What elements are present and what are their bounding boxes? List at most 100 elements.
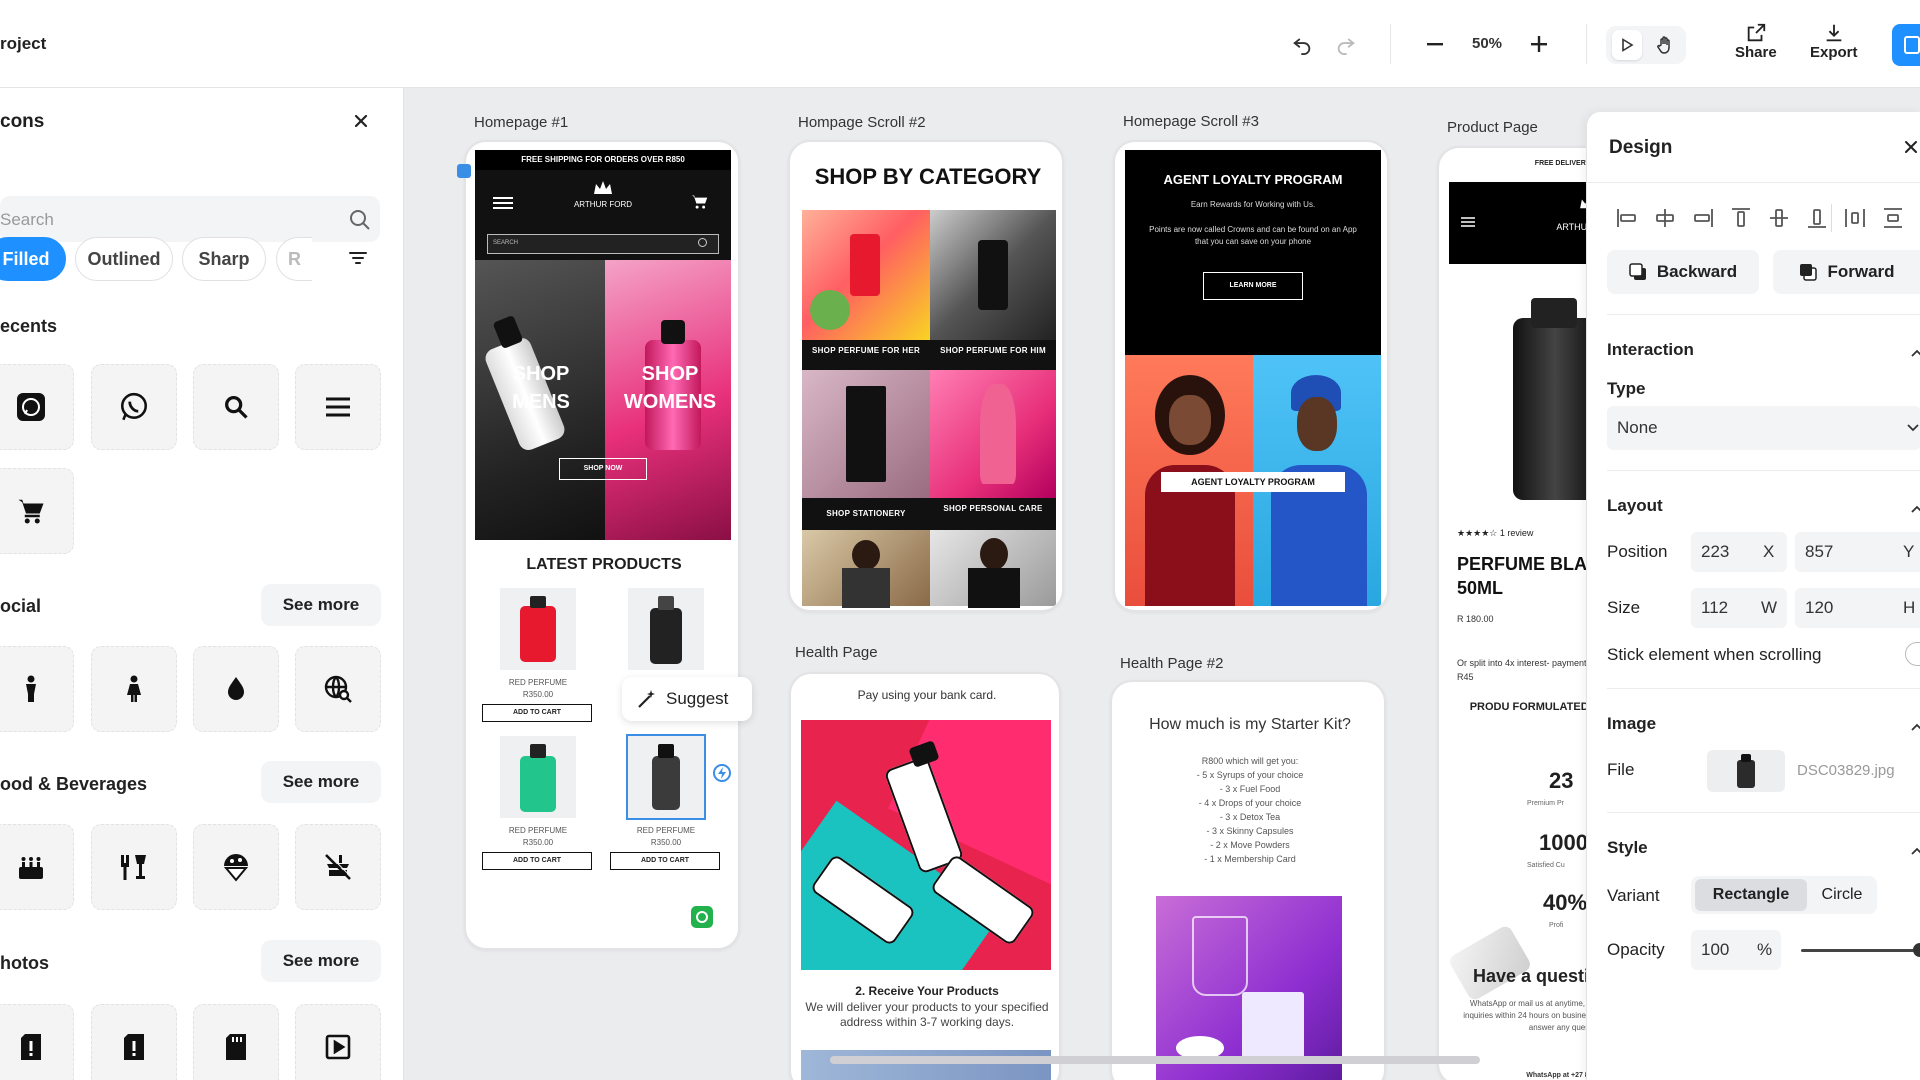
search-icon[interactable] <box>193 364 279 450</box>
shipping-banner: FREE SHIPPING FOR ORDERS OVER R850 <box>475 150 731 170</box>
frame-homepage-scroll-3[interactable]: AGENT LOYALTY PROGRAM Earn Rewards for W… <box>1113 140 1389 612</box>
selection-handle[interactable] <box>457 164 471 178</box>
redo-icon[interactable] <box>1334 32 1358 56</box>
see-more-food-button[interactable]: See more <box>261 761 381 803</box>
category-her-label: SHOP PERFUME FOR HER <box>811 346 921 355</box>
add-to-cart-button: ADD TO CART <box>482 852 592 870</box>
see-more-photos-button[interactable]: See more <box>261 940 381 982</box>
video-frame-icon[interactable] <box>295 1004 381 1080</box>
category-image-personal-care <box>930 370 1056 498</box>
distribute-vertical-icon[interactable] <box>1881 206 1905 235</box>
position-x-input[interactable]: 223 X <box>1691 532 1787 572</box>
sd-card-icon[interactable] <box>193 1004 279 1080</box>
search-icon[interactable] <box>349 209 371 236</box>
formulated-heading: PRODU FORMULATED BY <box>1469 701 1607 713</box>
product-bottle-image <box>1513 318 1597 500</box>
bring-forward-button[interactable]: Forward <box>1773 250 1920 294</box>
filter-rounded[interactable]: R <box>276 237 312 281</box>
size-height-input[interactable]: 120 H <box>1795 588 1920 628</box>
frame-label-homepage-scroll-2[interactable]: Hompage Scroll #2 <box>798 114 926 131</box>
chevron-up-icon[interactable] <box>1911 842 1920 860</box>
lightning-icon[interactable] <box>713 764 731 782</box>
whatsapp-square-icon[interactable] <box>0 364 74 450</box>
download-icon <box>1826 24 1842 42</box>
filter-sharp[interactable]: Sharp <box>182 237 266 281</box>
menu-icon[interactable] <box>295 364 381 450</box>
kit-line: - 5 x Syrups of your choice <box>1196 770 1304 780</box>
no-food-icon[interactable] <box>295 824 381 910</box>
align-bottom-icon[interactable] <box>1805 206 1829 235</box>
see-more-social-button[interactable]: See more <box>261 584 381 626</box>
variant-circle-option[interactable]: Circle <box>1809 879 1875 911</box>
opacity-slider-thumb[interactable] <box>1913 943 1920 957</box>
close-icon[interactable] <box>352 112 376 136</box>
zoom-level[interactable]: 50% <box>1472 35 1502 52</box>
frame-label-health-page[interactable]: Health Page <box>795 644 878 661</box>
x-axis-label: X <box>1763 542 1775 561</box>
align-right-icon[interactable] <box>1691 206 1715 235</box>
filter-options-icon[interactable] <box>348 250 368 271</box>
chevron-up-icon[interactable] <box>1911 500 1920 518</box>
woman-icon[interactable] <box>91 646 177 732</box>
zoom-out-button[interactable] <box>1423 32 1447 56</box>
send-backward-button[interactable]: Backward <box>1607 250 1759 294</box>
cake-icon[interactable] <box>0 824 74 910</box>
frame-label-homepage-scroll-3[interactable]: Homepage Scroll #3 <box>1123 113 1259 130</box>
receive-heading: 2. Receive Your Products <box>855 984 999 998</box>
position-y-value: 857 <box>1805 542 1834 561</box>
pizza-icon[interactable] <box>193 824 279 910</box>
frame-health-page[interactable]: Pay using your bank card. 2. Receive You… <box>789 672 1061 1080</box>
product-image-2 <box>628 588 704 670</box>
category-image-her <box>802 210 930 340</box>
position-y-input[interactable]: 857 Y <box>1795 532 1920 572</box>
close-icon[interactable] <box>1903 139 1919 160</box>
canvas-scrollbar[interactable] <box>830 1056 1480 1064</box>
align-top-icon[interactable] <box>1729 206 1753 235</box>
sd-card-alert-icon[interactable] <box>0 1004 74 1080</box>
web-search-icon[interactable] <box>295 646 381 732</box>
opacity-unit: % <box>1757 940 1773 959</box>
interaction-type-select[interactable]: None <box>1607 406 1920 450</box>
loyalty-description: Points are now called Crowns and can be … <box>1149 225 1357 246</box>
frame-health-page-2[interactable]: How much is my Starter Kit? R800 which w… <box>1110 680 1386 1080</box>
starter-kit-question: How much is my Starter Kit? <box>1149 716 1351 733</box>
style-heading: Style <box>1607 838 1648 857</box>
frame-label-homepage-1[interactable]: Homepage #1 <box>474 114 568 131</box>
align-center-h-icon[interactable] <box>1653 206 1677 235</box>
export-label: Export <box>1810 44 1858 61</box>
frame-homepage-scroll-2[interactable]: SHOP BY CATEGORY SHOP PERFUME FOR HER SH… <box>788 140 1064 612</box>
chevron-up-icon[interactable] <box>1911 344 1920 362</box>
filter-outlined[interactable]: Outlined <box>75 237 173 281</box>
hand-icon[interactable] <box>1650 30 1680 60</box>
product-name: RED PERFUME <box>636 826 696 835</box>
frame-label-health-page-2[interactable]: Health Page #2 <box>1120 655 1223 672</box>
drop-icon[interactable] <box>193 646 279 732</box>
filter-filled[interactable]: Filled <box>0 237 66 281</box>
chevron-up-icon[interactable] <box>1911 718 1920 736</box>
distribute-horizontal-icon[interactable] <box>1843 206 1867 235</box>
zoom-in-button[interactable] <box>1527 32 1551 56</box>
align-left-icon[interactable] <box>1615 206 1639 235</box>
suggest-button[interactable]: Suggest <box>622 677 752 721</box>
undo-icon[interactable] <box>1290 32 1314 56</box>
sim-alert-icon[interactable] <box>91 1004 177 1080</box>
size-width-input[interactable]: 112 W <box>1691 588 1787 628</box>
share-button[interactable]: Share <box>1735 22 1777 61</box>
frame-label-product-page[interactable]: Product Page <box>1447 119 1538 136</box>
frame-homepage-1[interactable]: FREE SHIPPING FOR ORDERS OVER R850 ARTHU… <box>464 140 740 950</box>
restaurant-bar-icon[interactable] <box>91 824 177 910</box>
person-icon[interactable] <box>0 646 74 732</box>
image-thumbnail[interactable] <box>1707 750 1785 792</box>
publish-button[interactable] <box>1892 24 1920 66</box>
variant-rectangle-option[interactable]: Rectangle <box>1695 879 1807 911</box>
play-icon[interactable] <box>1612 30 1642 60</box>
icon-search-input[interactable]: Search <box>0 196 380 242</box>
cart-icon[interactable] <box>0 468 74 554</box>
export-button[interactable]: Export <box>1810 22 1858 61</box>
size-label: Size <box>1607 598 1641 617</box>
align-center-v-icon[interactable] <box>1767 206 1791 235</box>
opacity-input[interactable]: 100 % <box>1691 930 1781 970</box>
whatsapp-icon[interactable] <box>91 364 177 450</box>
sticky-toggle[interactable] <box>1905 642 1920 666</box>
opacity-slider[interactable] <box>1801 949 1920 952</box>
